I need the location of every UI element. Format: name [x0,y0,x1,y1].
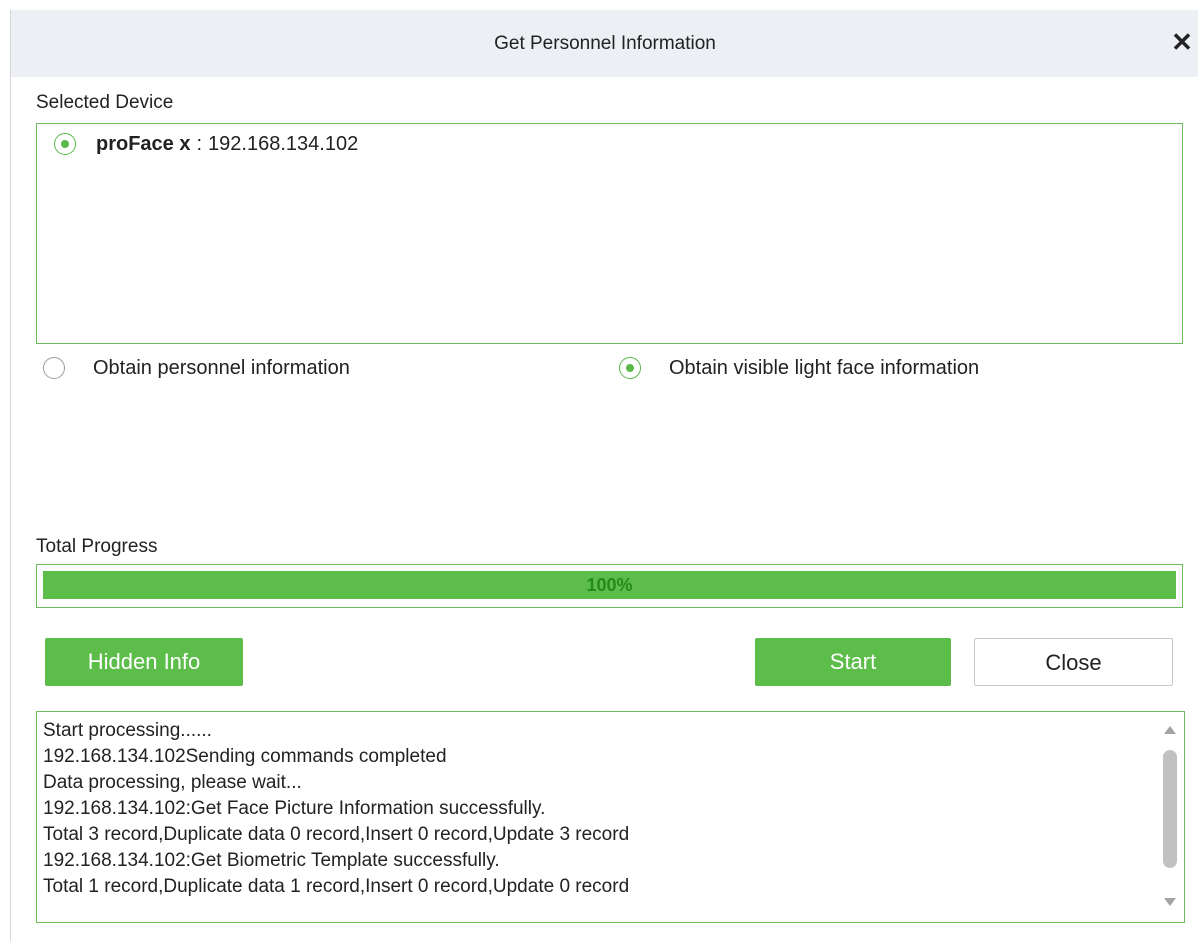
progress-track: 100% [43,571,1176,599]
selected-device-label: Selected Device [36,92,174,113]
log-scrollbar[interactable] [1157,712,1183,922]
log-line: 192.168.134.102:Get Face Picture Informa… [43,798,546,819]
scroll-down-icon[interactable] [1164,898,1176,906]
option-face-info[interactable]: Obtain visible light face information [619,353,979,383]
close-icon[interactable]: ✕ [1167,27,1197,57]
progress-percent: 100% [586,575,633,595]
log-output[interactable]: Start processing...... 192.168.134.102Se… [36,711,1185,923]
total-progress-bar: 100% [36,564,1183,608]
option-personnel-radio-icon[interactable] [43,357,65,379]
start-button[interactable]: Start [755,638,951,686]
option-face-radio-icon[interactable] [619,357,641,379]
log-line: Start processing...... [43,720,212,741]
option-personnel-info[interactable]: Obtain personnel information [43,353,350,383]
log-line: Total 1 record,Duplicate data 1 record,I… [43,876,630,897]
total-progress-label: Total Progress [36,536,158,557]
device-name: proFace x [96,132,191,155]
device-item[interactable]: proFace x : 192.168.134.102 [54,129,358,159]
scroll-up-icon[interactable] [1164,726,1176,734]
hidden-info-button[interactable]: Hidden Info [45,638,243,686]
get-personnel-dialog: Get Personnel Information ✕ Selected Dev… [10,10,1198,941]
close-button[interactable]: Close [974,638,1173,686]
selected-device-list: proFace x : 192.168.134.102 [36,123,1183,344]
device-separator: : [196,132,203,155]
device-ip: 192.168.134.102 [208,132,359,155]
dialog-title: Get Personnel Information [494,33,716,54]
log-lines: Start processing...... 192.168.134.102Se… [43,718,1143,900]
dialog-title-bar: Get Personnel Information ✕ [11,10,1198,77]
device-radio-icon[interactable] [54,133,76,155]
log-line: 192.168.134.102Sending commands complete… [43,746,447,767]
option-face-label: Obtain visible light face information [669,356,980,379]
log-line: 192.168.134.102:Get Biometric Template s… [43,850,500,871]
scroll-thumb[interactable] [1163,750,1177,868]
log-line: Data processing, please wait... [43,772,302,793]
option-personnel-label: Obtain personnel information [93,356,350,379]
log-line: Total 3 record,Duplicate data 0 record,I… [43,824,630,845]
